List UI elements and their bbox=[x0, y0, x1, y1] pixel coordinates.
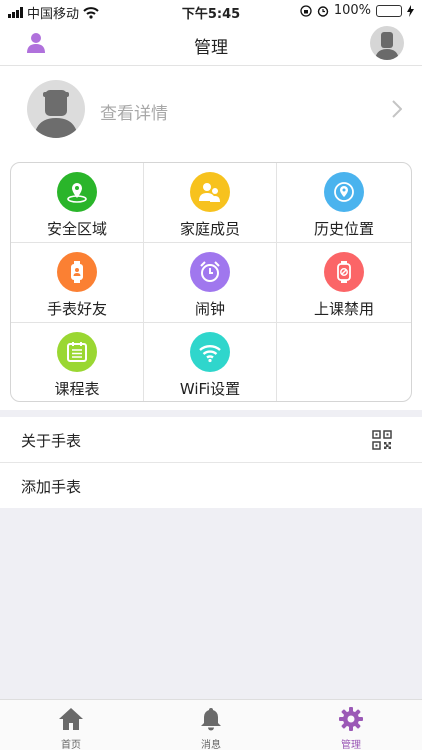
feature-watch-friends[interactable]: 手表好友 bbox=[11, 243, 144, 323]
battery-icon bbox=[376, 4, 402, 17]
location-pin-icon bbox=[57, 172, 97, 212]
about-watch-row[interactable]: 关于手表 bbox=[0, 417, 422, 463]
feature-safe-zone[interactable]: 安全区域 bbox=[11, 163, 144, 243]
gear-icon bbox=[339, 707, 363, 731]
charging-icon bbox=[407, 4, 414, 17]
alarm-status-icon bbox=[317, 5, 329, 17]
avatar-silhouette-icon bbox=[375, 32, 399, 60]
qr-code-icon[interactable] bbox=[372, 430, 392, 450]
feature-label: 家庭成员 bbox=[179, 220, 240, 238]
home-icon bbox=[59, 708, 83, 730]
add-watch-label: 添加手表 bbox=[21, 478, 82, 496]
page-title: 管理 bbox=[194, 38, 228, 58]
about-watch-label: 关于手表 bbox=[21, 432, 82, 450]
view-details-label: 查看详情 bbox=[100, 104, 168, 124]
feature-label: 手表好友 bbox=[46, 300, 107, 318]
feature-label: 安全区域 bbox=[46, 220, 107, 238]
feature-alarm[interactable]: 闹钟 bbox=[144, 243, 277, 323]
feature-label: 课程表 bbox=[54, 380, 100, 398]
avatar bbox=[27, 80, 85, 138]
feature-family-members[interactable]: 家庭成员 bbox=[144, 163, 277, 243]
schedule-icon bbox=[57, 332, 97, 372]
watch-friend-icon bbox=[57, 252, 97, 292]
feature-empty-cell bbox=[277, 323, 411, 401]
tab-label: 管理 bbox=[341, 740, 361, 750]
tab-bar: 首页 消息 管理 bbox=[0, 699, 422, 750]
family-members-icon bbox=[190, 172, 230, 212]
tab-messages[interactable]: 消息 bbox=[141, 700, 281, 750]
feature-wifi-settings[interactable]: WiFi设置 bbox=[144, 323, 277, 401]
add-watch-row[interactable]: 添加手表 bbox=[0, 463, 422, 508]
tab-home[interactable]: 首页 bbox=[1, 700, 141, 750]
settings-list: 关于手表 添加手表 bbox=[0, 417, 422, 508]
tab-manage[interactable]: 管理 bbox=[281, 700, 421, 750]
bell-icon bbox=[201, 708, 221, 731]
battery-percent: 100% bbox=[333, 3, 371, 18]
watch-avatar[interactable] bbox=[370, 26, 404, 60]
nav-bar: 管理 bbox=[0, 22, 422, 66]
wifi-icon bbox=[190, 332, 230, 372]
avatar-silhouette-icon bbox=[34, 90, 78, 138]
feature-label: 上课禁用 bbox=[313, 300, 374, 318]
feature-label: 闹钟 bbox=[194, 300, 225, 318]
tab-label: 首页 bbox=[61, 740, 81, 750]
feature-grid: 安全区域 家庭成员 历史位置 手表好友 闹钟 上课禁用 课程表 WiFi设置 bbox=[10, 162, 412, 402]
status-bar: 中国移动 下午5:45 100% bbox=[0, 0, 422, 22]
feature-label: 历史位置 bbox=[313, 220, 374, 238]
feature-schedule[interactable]: 课程表 bbox=[11, 323, 144, 401]
history-location-icon bbox=[324, 172, 364, 212]
tab-label: 消息 bbox=[201, 740, 221, 750]
feature-grid-section: 安全区域 家庭成员 历史位置 手表好友 闹钟 上课禁用 课程表 WiFi设置 bbox=[0, 154, 422, 410]
profile-row[interactable]: 查看详情 bbox=[0, 66, 422, 154]
orientation-lock-icon bbox=[300, 4, 312, 17]
feature-label: WiFi设置 bbox=[179, 380, 241, 398]
chevron-right-icon bbox=[392, 100, 402, 118]
alarm-clock-icon bbox=[190, 252, 230, 292]
feature-history-location[interactable]: 历史位置 bbox=[277, 163, 411, 243]
class-disable-icon bbox=[324, 252, 364, 292]
feature-class-disable[interactable]: 上课禁用 bbox=[277, 243, 411, 323]
